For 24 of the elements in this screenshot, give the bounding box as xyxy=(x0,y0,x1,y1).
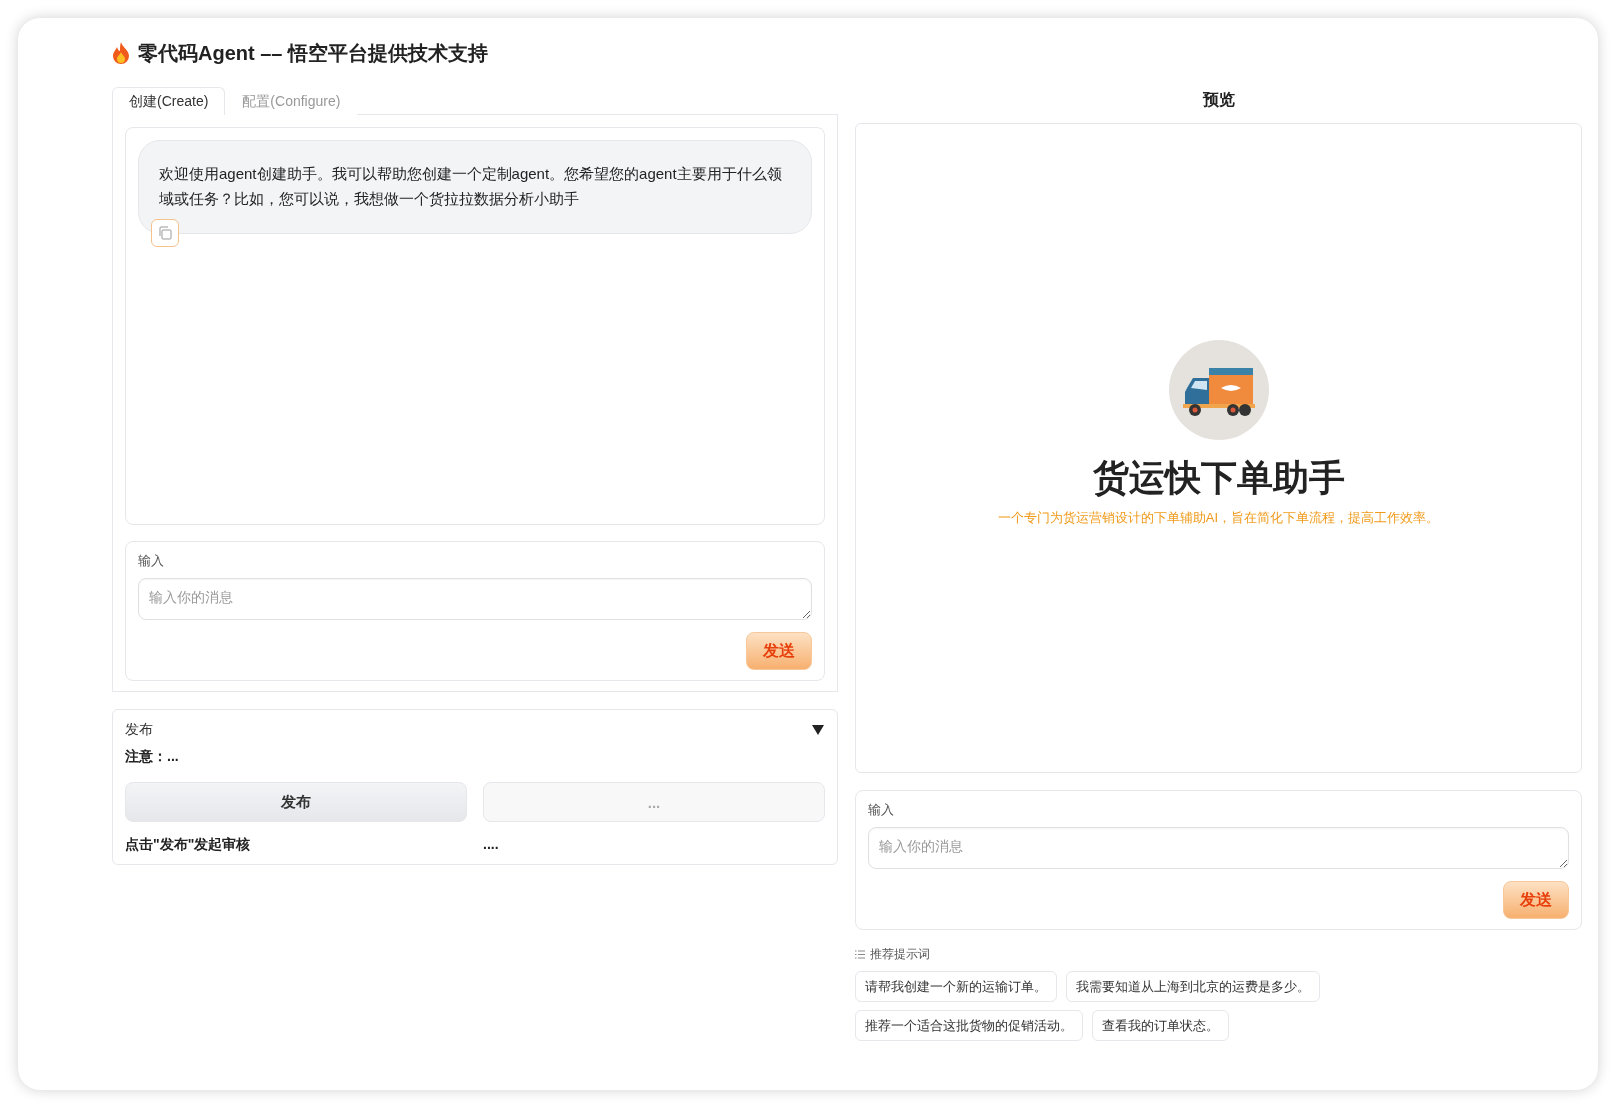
suggestion-chip[interactable]: 推荐一个适合这批货物的促销活动。 xyxy=(855,1010,1083,1041)
bot-name: 货运快下单助手 xyxy=(1092,455,1345,500)
suggestions-label: 推荐提示词 xyxy=(870,946,930,963)
input-label: 输入 xyxy=(868,801,895,819)
notice-text: 注意：... xyxy=(125,748,180,766)
suggestion-chip[interactable]: 查看我的订单状态。 xyxy=(1092,1010,1229,1041)
tab[interactable]: 创建(Create) xyxy=(112,87,226,115)
publish-note: 点击"发布"发起审核 xyxy=(125,836,252,854)
bot-description: 一个专门为货运营销设计的下单辅助AI，旨在简化下单流程，提高工作效率。 xyxy=(997,508,1440,527)
input-label: 输入 xyxy=(138,552,165,570)
publish-button[interactable]: 发布 xyxy=(125,782,467,822)
page-title: 零代码Agent –– 悟空平台提供技术支持 xyxy=(138,40,489,66)
message-input[interactable]: 输入你的消息 xyxy=(868,827,1569,869)
copy-icon xyxy=(158,226,172,240)
flame-icon xyxy=(112,42,130,64)
suggestion-chip[interactable]: 我需要知道从上海到北京的运费是多少。 xyxy=(1066,971,1320,1002)
list-icon xyxy=(855,950,865,959)
publish-title: 发布 xyxy=(125,721,153,739)
collapse-toggle-icon[interactable] xyxy=(811,724,825,736)
truck-avatar-icon xyxy=(1168,339,1269,440)
preview-title: 预览 xyxy=(1201,89,1236,110)
suggestion-chip[interactable]: 请帮我创建一个新的运输订单。 xyxy=(855,971,1057,1002)
publish-note: .... xyxy=(483,836,500,854)
message-input[interactable]: 输入你的消息 xyxy=(138,578,812,620)
